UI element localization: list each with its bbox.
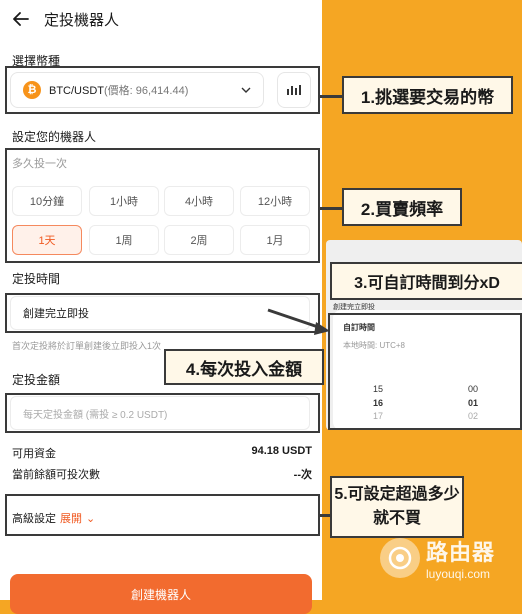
highlight-inset [328,313,522,430]
highlight-amount [5,393,320,433]
watermark: 路由器 luyouqi.com [380,535,495,581]
create-bot-button[interactable]: 創建機器人 [10,574,312,614]
header: 定投機器人 [10,8,119,30]
available-label: 可用資金 [12,448,56,460]
amount-label: 定投金額 [12,373,61,387]
pointer-arrow-icon [267,308,330,335]
times-row: 當前餘額可投次數 --次 [12,466,312,482]
back-arrow-icon[interactable] [10,8,32,30]
connector-1 [320,95,342,98]
highlight-pair [5,66,320,114]
watermark-logo-icon [380,538,420,578]
available-value: 94.18 USDT [251,445,312,457]
highlight-advanced [5,494,320,536]
timing-label: 定投時間 [12,272,61,286]
callout-5: 5.可設定超過多少就不買 [330,476,464,538]
available-funds-row: 可用資金 94.18 USDT [12,445,312,461]
bot-settings-label: 設定您的機器人 [12,130,97,144]
callout-3: 3.可自訂時間到分xD [330,262,522,300]
times-value: --次 [293,469,312,481]
watermark-url: luyouqi.com [426,567,491,581]
callout-4: 4.每次投入金額 [164,349,324,385]
page-title: 定投機器人 [44,11,120,29]
connector-5 [320,514,330,517]
callout-1: 1.挑選要交易的幣 [342,76,513,114]
connector-2 [320,207,342,210]
watermark-name: 路由器 [426,540,496,565]
callout-2: 2.買賣頻率 [342,188,462,226]
times-label: 當前餘額可投次數 [12,469,100,481]
highlight-frequency [5,148,320,263]
timing-hint: 首次定投將於訂單創建後立即投入1次 [12,341,162,351]
